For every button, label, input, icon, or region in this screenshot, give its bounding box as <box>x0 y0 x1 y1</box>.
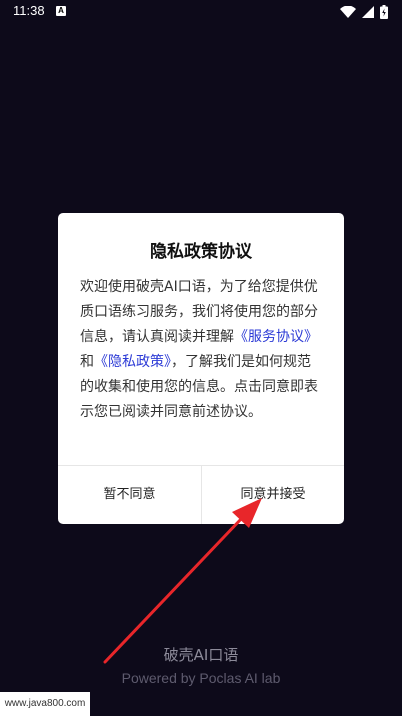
dialog-title: 隐私政策协议 <box>150 242 252 262</box>
footer-powered-by: Powered by Poclas AI lab <box>121 670 281 686</box>
agree-button[interactable]: 同意并接受 <box>202 466 344 524</box>
wifi-icon <box>340 6 356 18</box>
battery-icon <box>380 5 388 19</box>
disagree-button[interactable]: 暂不同意 <box>58 466 201 524</box>
dialog-body-and: 和 <box>80 354 94 370</box>
privacy-policy-link[interactable]: 《隐私政策》 <box>94 354 171 370</box>
status-icons <box>340 5 388 19</box>
privacy-policy-dialog: 隐私政策协议 欢迎使用破壳AI口语，为了给您提供优质口语练习服务，我们将使用您的… <box>58 213 344 524</box>
footer-app-name: 破壳AI口语 <box>163 646 239 664</box>
notification-a-icon: A <box>56 6 66 16</box>
service-agreement-link[interactable]: 《服务协议》 <box>234 329 318 345</box>
dialog-body: 欢迎使用破壳AI口语，为了给您提供优质口语练习服务，我们将使用您的部分信息，请认… <box>80 275 322 425</box>
status-bar: 11:38 A <box>0 0 402 24</box>
status-time: 11:38 <box>13 3 45 18</box>
signal-icon <box>362 6 374 18</box>
watermark: www.java800.com <box>0 692 90 716</box>
